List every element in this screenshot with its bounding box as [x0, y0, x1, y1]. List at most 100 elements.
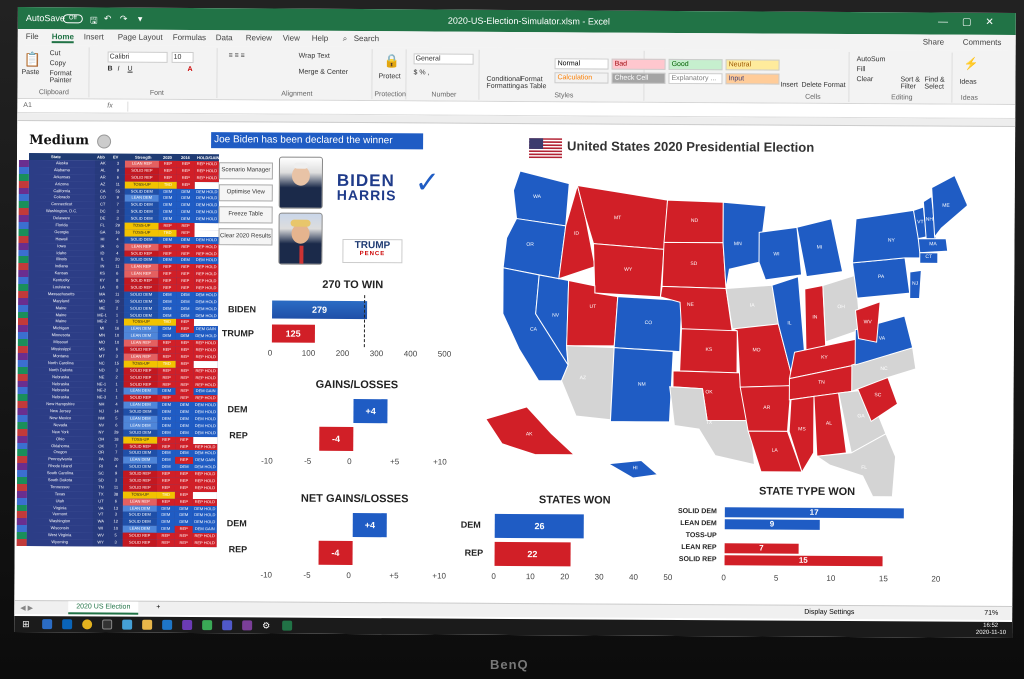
merge-center-button[interactable]: Merge & Center — [299, 69, 348, 76]
edge-icon[interactable] — [122, 619, 133, 630]
zoom-level[interactable]: 71% — [984, 610, 998, 617]
conditional-formatting-button[interactable]: Conditional Formatting — [486, 76, 521, 90]
cell-style-explanatory[interactable]: Explanatory ... — [668, 72, 723, 85]
scenario-manager-button[interactable]: Scenario Manager — [218, 162, 273, 180]
cell-y2016[interactable]: REP — [174, 539, 193, 547]
autosum-button[interactable]: AutoSum — [857, 56, 886, 63]
add-sheet-button[interactable]: + — [156, 604, 160, 611]
quick-access-chevron-icon[interactable]: ▾ — [138, 14, 143, 25]
chrome-icon[interactable] — [82, 619, 93, 630]
cell-style-bad[interactable]: Bad — [611, 58, 666, 70]
cell-style-neutral[interactable]: Neutral — [725, 59, 780, 71]
underline-button[interactable]: U — [128, 66, 133, 73]
settings-icon[interactable]: ⚙ — [262, 620, 272, 630]
cell-style-calculation[interactable]: Calculation — [554, 72, 609, 84]
tab-view[interactable]: View — [283, 34, 300, 43]
cell-ev[interactable]: 3 — [108, 539, 123, 547]
cell-style-check-cell[interactable]: Check Cell — [611, 72, 666, 84]
name-box[interactable]: A1 — [23, 102, 32, 109]
tab-file[interactable]: File — [26, 32, 39, 41]
state-wa[interactable] — [512, 170, 570, 227]
search-icon[interactable]: ⌕ — [343, 34, 348, 44]
visual-studio-icon[interactable] — [182, 619, 193, 631]
cell-style-input[interactable]: Input — [725, 73, 780, 85]
find-select-button[interactable]: Find & Select — [924, 76, 948, 90]
insert-cells-button[interactable]: Insert — [780, 82, 798, 89]
paste-icon[interactable]: 📋 — [24, 51, 42, 68]
state-wi[interactable] — [758, 226, 803, 281]
display-settings-button[interactable]: Display Settings — [804, 609, 854, 616]
excel-icon[interactable] — [282, 620, 293, 631]
tab-scroll-arrows[interactable]: ◀ ▶ — [20, 604, 33, 612]
tick-label: 10 — [826, 573, 836, 583]
save-icon[interactable]: 🖫 — [90, 13, 98, 29]
cut-button[interactable]: Cut — [50, 50, 61, 57]
copy-button[interactable]: Copy — [50, 60, 66, 67]
state-mt[interactable] — [576, 184, 669, 250]
git-icon[interactable] — [202, 620, 213, 631]
cell-state[interactable]: Wyoming — [26, 539, 93, 547]
outlook-icon[interactable] — [62, 619, 73, 630]
cell-abb[interactable]: WY — [92, 539, 109, 547]
sort-filter-button[interactable]: Sort & Filter — [900, 76, 924, 90]
share-button[interactable]: Share — [923, 37, 944, 46]
optimise-view-button[interactable]: Optimise View — [218, 184, 273, 202]
state-az[interactable] — [560, 345, 615, 421]
wrap-text-button[interactable]: Wrap Text — [299, 53, 330, 60]
tab-data[interactable]: Data — [216, 33, 233, 42]
minimize-button[interactable]: — — [938, 17, 962, 28]
font-size-select[interactable]: 10 — [171, 51, 194, 64]
label-dem: DEM — [460, 519, 481, 530]
lock-icon[interactable]: 🔒 — [384, 53, 400, 69]
align-icons[interactable]: ≡ ≡ ≡ — [229, 52, 245, 59]
teams-icon[interactable] — [222, 620, 233, 631]
tab-insert[interactable]: Insert — [84, 32, 104, 41]
cell-hold[interactable]: REP HOLD — [192, 540, 217, 548]
tab-formulas[interactable]: Formulas — [173, 33, 206, 42]
tab-home[interactable]: Home — [51, 32, 74, 44]
autosave-toggle[interactable]: Off — [62, 14, 83, 24]
font-color-icon[interactable]: A — [188, 66, 193, 73]
format-as-table-button[interactable]: Format as Table — [520, 76, 548, 90]
table-row[interactable]: Wyoming WY 3 SOLID REP REP REP REP HOLD — [16, 538, 217, 548]
cell-y2020[interactable]: REP — [156, 539, 175, 547]
ideas-button[interactable]: Ideas — [959, 79, 976, 86]
cell-strength[interactable]: SOLID REP — [122, 539, 157, 547]
clear-results-button[interactable]: Clear 2020 Results — [218, 228, 273, 246]
undo-icon[interactable]: ↶ — [104, 13, 112, 24]
fx-icon[interactable]: fx — [107, 103, 112, 110]
comments-button[interactable]: Comments — [963, 38, 1002, 47]
tab-page-layout[interactable]: Page Layout — [118, 33, 163, 42]
number-format-select[interactable]: General — [413, 53, 474, 65]
italic-button[interactable]: I — [118, 66, 120, 73]
windows-start-icon[interactable]: ⊞ — [22, 619, 32, 629]
search-box[interactable]: Search — [354, 34, 379, 43]
cell-style-good[interactable]: Good — [668, 58, 723, 71]
format-cells-button[interactable]: Format — [823, 82, 845, 89]
freeze-table-button[interactable]: Freeze Table — [218, 206, 273, 224]
us-electoral-map[interactable]: WA OR CA NV ID MT WY UT CO AZ NM ND SD NE KS OK TX MN IA MO… — [445, 164, 967, 497]
tab-help[interactable]: Help — [312, 34, 329, 43]
sheet-tab-election[interactable]: 2020 US Election — [68, 601, 139, 615]
paste-button[interactable]: Paste — [21, 69, 39, 76]
bold-button[interactable]: B — [108, 66, 113, 73]
font-name-select[interactable]: Calibri — [107, 51, 168, 63]
delete-cells-button[interactable]: Delete — [801, 82, 821, 89]
maximize-button[interactable]: ▢ — [962, 17, 986, 28]
number-format-icons[interactable]: $ % , — [414, 69, 430, 76]
app-icon[interactable] — [242, 620, 253, 631]
clear-button[interactable]: Clear — [856, 76, 873, 83]
protect-button[interactable]: Protect — [378, 73, 400, 80]
format-painter-button[interactable]: Format Painter — [49, 70, 88, 84]
folder-icon[interactable] — [142, 619, 153, 630]
cell-style-normal[interactable]: Normal — [554, 58, 609, 70]
ideas-icon[interactable]: ⚡ — [964, 57, 979, 71]
close-button[interactable]: ✕ — [985, 17, 1007, 28]
fill-button[interactable]: Fill — [857, 66, 866, 73]
search-taskbar-icon[interactable] — [42, 619, 53, 630]
terminal-icon[interactable] — [102, 619, 113, 630]
vscode-icon[interactable] — [162, 619, 173, 630]
redo-icon[interactable]: ↷ — [120, 14, 128, 25]
tab-review[interactable]: Review — [246, 33, 272, 42]
worksheet[interactable]: Medium State Abb EV Strength 2020 2016 H… — [14, 112, 1016, 608]
